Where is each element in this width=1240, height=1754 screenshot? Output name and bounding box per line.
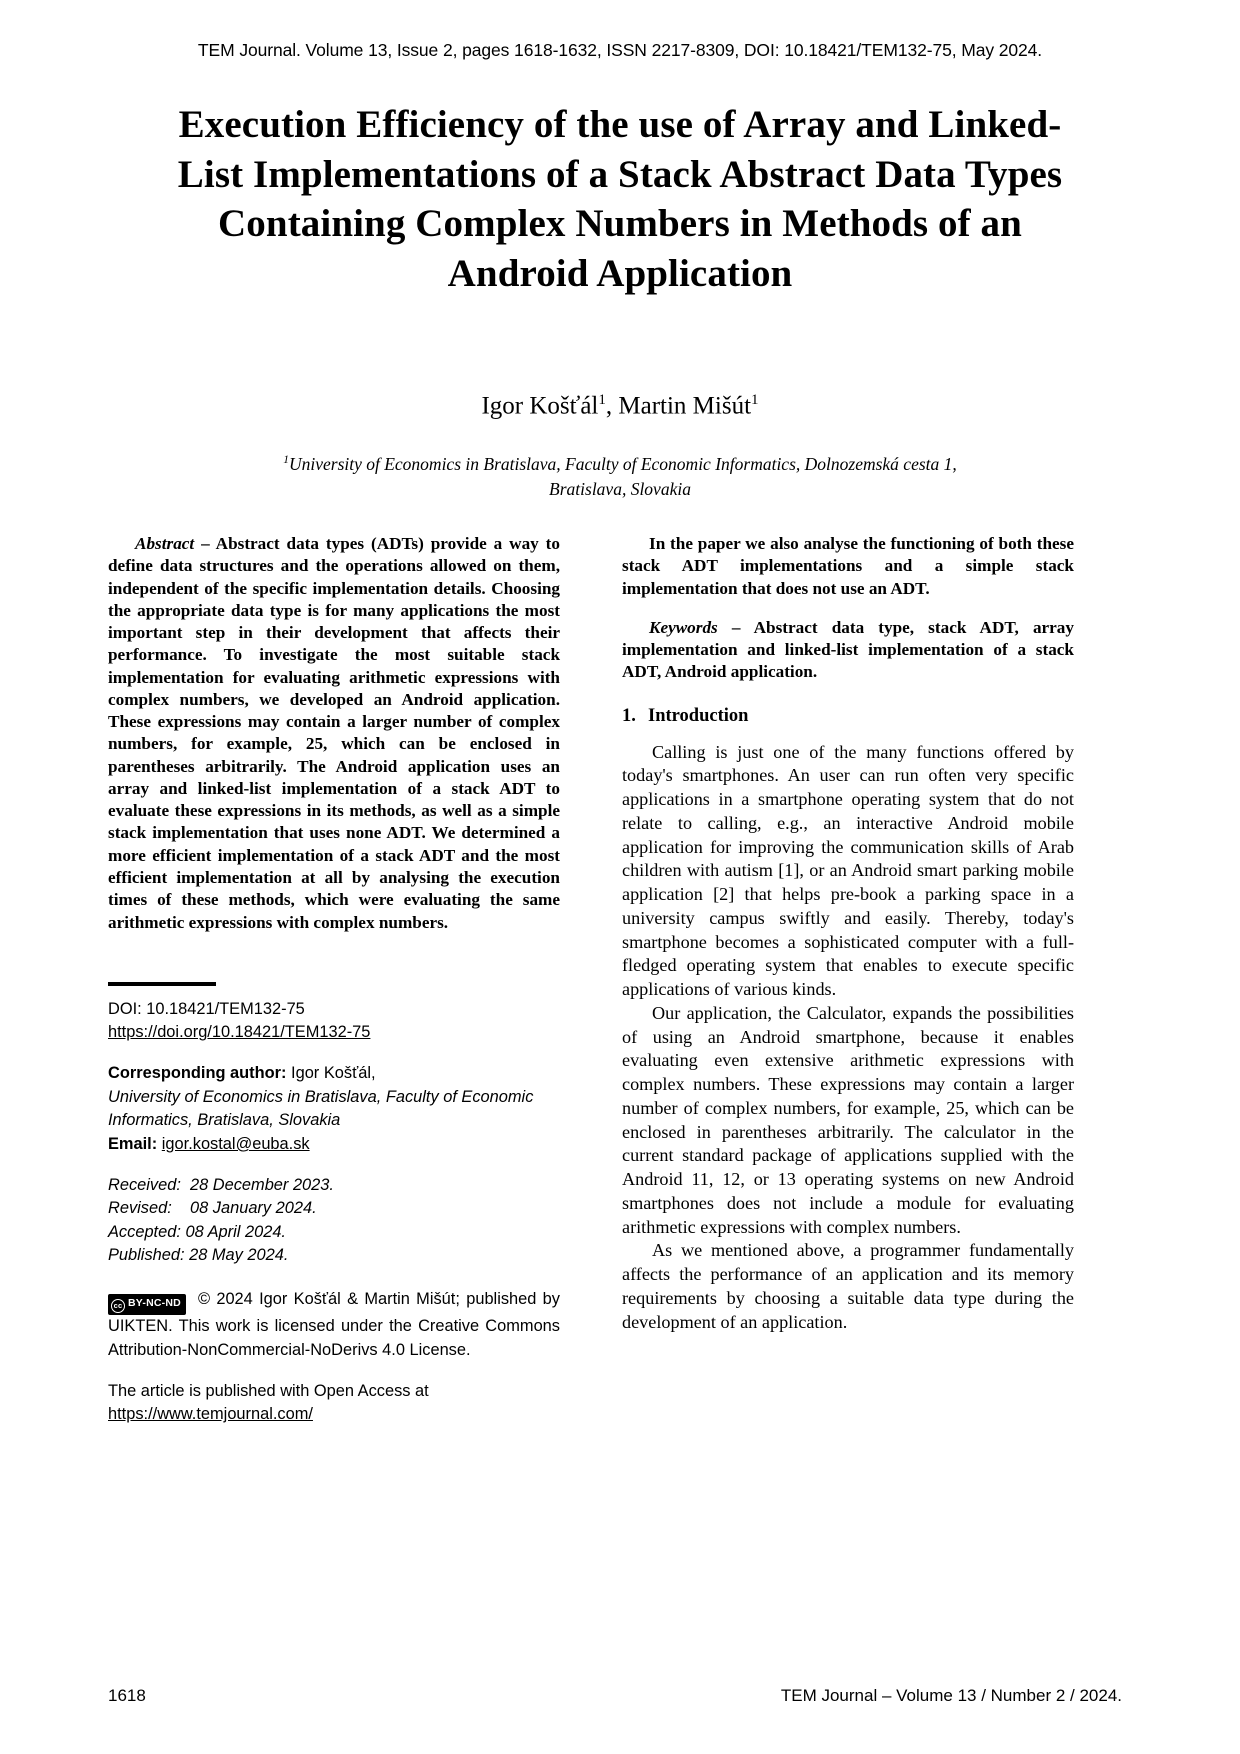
cc-logo-icon: cc [111, 1299, 125, 1314]
publication-dates: Received: 28 December 2023. Revised: 08 … [108, 1174, 560, 1269]
metadata-divider [108, 981, 216, 986]
affiliation: 1University of Economics in Bratislava, … [150, 452, 1090, 503]
cc-badge-label: BY-NC-ND [128, 1297, 181, 1310]
paper-page: TEM Journal. Volume 13, Issue 2, pages 1… [0, 0, 1240, 1754]
abstract-dash: – [194, 534, 216, 553]
corresponding-author-name: Igor Košťál, [286, 1064, 376, 1083]
email-line: Email: igor.kostal@euba.sk [108, 1133, 560, 1157]
article-metadata-block: DOI: 10.18421/TEM132-75 https://doi.org/… [108, 981, 560, 1427]
author-name-1: Igor Košťál [481, 392, 599, 420]
open-access-text: The article is published with Open Acces… [108, 1381, 429, 1400]
license-paragraph: cc BY-NC-ND © 2024 Igor Košťál & Martin Mi… [108, 1288, 560, 1363]
creative-commons-badge-icon[interactable]: cc BY-NC-ND [108, 1294, 186, 1316]
affiliation-line-2: Bratislava, Slovakia [549, 479, 691, 500]
abstract-continuation-paragraph: In the paper we also analyse the functio… [622, 534, 1074, 598]
keywords-paragraph: Keywords – Abstract data type, stack ADT… [622, 617, 1074, 684]
corresponding-affiliation-line-1: University of Economics in Bratislava, F… [108, 1087, 534, 1106]
date-accepted: Accepted: 08 April 2024. [108, 1222, 286, 1241]
abstract-label: Abstract [135, 534, 195, 553]
doi-group: DOI: 10.18421/TEM132-75 https://doi.org/… [108, 998, 560, 1045]
date-published: Published: 28 May 2024. [108, 1246, 289, 1265]
author-separator: , [605, 392, 619, 420]
running-head: TEM Journal. Volume 13, Issue 2, pages 1… [197, 40, 1043, 60]
affiliation-line-1: University of Economics in Bratislava, F… [288, 454, 957, 474]
journal-website-link[interactable]: https://www.temjournal.com/ [108, 1403, 560, 1427]
footer-journal-reference: TEM Journal – Volume 13 / Number 2 / 202… [780, 1686, 1122, 1705]
open-access-paragraph: The article is published with Open Acces… [108, 1380, 560, 1404]
doi-label: DOI: 10.18421/TEM132-75 [108, 999, 305, 1018]
corresponding-author-group: Corresponding author: Igor Košťál, Unive… [108, 1062, 560, 1157]
email-label: Email: [108, 1134, 158, 1153]
paragraph-intro-1: Calling is just one of the many function… [622, 741, 1074, 1000]
keywords-dash: – [717, 617, 754, 637]
abstract-text: Abstract data types (ADTs) provide a way… [108, 534, 560, 932]
date-revised: Revised: 08 January 2024. [108, 1199, 317, 1218]
corresponding-author-line: Corresponding author: Igor Košťál, [108, 1062, 560, 1086]
author-affiliation-marker-2: 1 [751, 392, 759, 408]
paragraph-intro-2: Our application, the Calculator, expands… [622, 1002, 1074, 1237]
section-heading-introduction: 1. Introduction [622, 706, 1074, 727]
doi-link[interactable]: https://doi.org/10.18421/TEM132-75 [108, 1021, 560, 1045]
author-name-2: Martin Mišút [618, 392, 752, 420]
author-list: Igor Košťál1, Martin Mišút1 [150, 392, 1090, 420]
column-right: In the paper we also analyse the functio… [622, 533, 1074, 1334]
corresponding-affiliation-line-2: Informatics, Bratislava, Slovakia [108, 1111, 341, 1130]
keywords-label: Keywords [649, 617, 718, 637]
column-left: Abstract – Abstract data types (ADTs) pr… [108, 533, 560, 1427]
section-number: 1. [622, 705, 636, 726]
page-footer: 1618 TEM Journal – Volume 13 / Number 2 … [108, 1686, 1132, 1706]
title-block: Execution Efficiency of the use of Array… [150, 100, 1090, 298]
author-affiliation-marker-1: 1 [598, 392, 606, 408]
paragraph-intro-3: As we mentioned above, a programmer fund… [622, 1240, 1074, 1332]
footer-page-number: 1618 [108, 1686, 146, 1705]
abstract-paragraph: Abstract – Abstract data types (ADTs) pr… [108, 533, 560, 934]
email-link[interactable]: igor.kostal@euba.sk [162, 1135, 310, 1153]
corresponding-author-label: Corresponding author: [108, 1064, 287, 1083]
date-received: Received: 28 December 2023. [108, 1175, 334, 1194]
section-title: Introduction [648, 705, 749, 726]
page-title: Execution Efficiency of the use of Array… [177, 103, 1063, 295]
